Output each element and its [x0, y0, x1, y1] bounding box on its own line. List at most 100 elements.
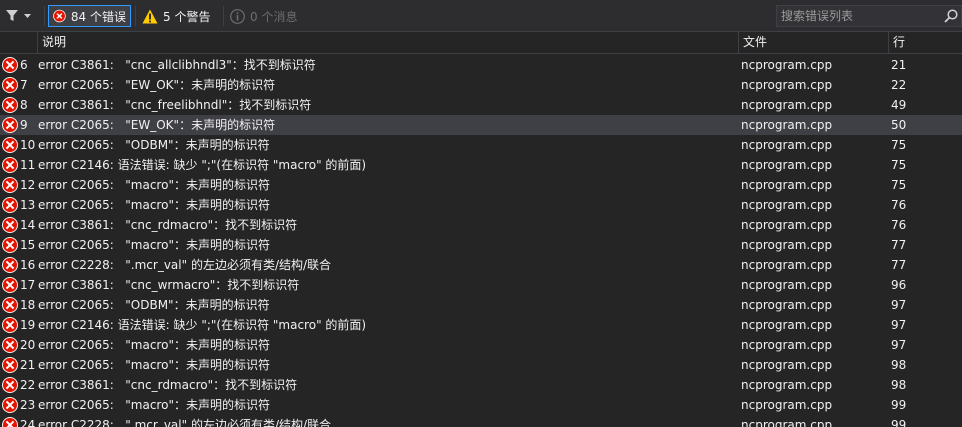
error-icon	[2, 237, 18, 253]
file-name: ncprogram.cpp	[741, 398, 833, 412]
error-icon	[2, 117, 18, 133]
error-description: error C2065: "macro"：未声明的标识符	[38, 238, 270, 252]
row-number: 12	[20, 178, 36, 192]
errors-count-label: 84 个错误	[70, 9, 126, 24]
error-icon	[2, 197, 18, 213]
file-name: ncprogram.cpp	[741, 138, 833, 152]
file-name: ncprogram.cpp	[741, 418, 833, 427]
table-row[interactable]: 10 error C2065: "ODBM"：未声明的标识符 ncprogram.c…	[0, 135, 962, 155]
line-number: 75	[891, 158, 907, 172]
table-row[interactable]: 22 error C3861: "cnc_rdmacro"：找不到标识符 ncpro…	[0, 375, 962, 395]
line-number: 99	[891, 398, 907, 412]
toolbar-divider	[44, 6, 45, 26]
toolbar-divider	[135, 6, 136, 26]
row-number: 9	[20, 118, 28, 132]
error-icon	[2, 337, 18, 353]
error-description: error C3861: "cnc_allclibhndl3"：找不到标识符	[38, 58, 316, 72]
line-number: 77	[891, 258, 907, 272]
file-name: ncprogram.cpp	[741, 378, 833, 392]
table-row[interactable]: 8 error C3861: "cnc_freelibhndl"：找不到标识符 nc…	[0, 95, 962, 115]
messages-filter-toggle[interactable]: 0 个消息	[226, 5, 302, 27]
error-icon	[2, 397, 18, 413]
row-number: 21	[20, 358, 36, 372]
file-name: ncprogram.cpp	[741, 178, 833, 192]
file-name: ncprogram.cpp	[741, 218, 833, 232]
error-icon	[2, 157, 18, 173]
row-number: 20	[20, 338, 36, 352]
search-input[interactable]	[781, 8, 941, 24]
error-icon	[2, 297, 18, 313]
error-description: error C2146: 语法错误: 缺少 ";"(在标识符 "macro" 的…	[38, 318, 367, 332]
column-header-description[interactable]: 说明	[37, 32, 738, 54]
error-description: error C2065: "macro"：未声明的标识符	[38, 178, 270, 192]
error-icon	[2, 217, 18, 233]
line-number: 97	[891, 298, 907, 312]
error-icon	[2, 317, 18, 333]
table-row[interactable]: 13 error C2065: "macro"：未声明的标识符 ncprogram.…	[0, 195, 962, 215]
line-number: 76	[891, 198, 907, 212]
errors-filter-toggle[interactable]: 84 个错误	[48, 5, 131, 27]
table-row[interactable]: 18 error C2065: "ODBM"：未声明的标识符 ncprogram.c…	[0, 295, 962, 315]
warning-icon	[142, 9, 158, 23]
error-icon	[2, 177, 18, 193]
table-row[interactable]: 11 error C2146: 语法错误: 缺少 ";"(在标识符 "macro"…	[0, 155, 962, 175]
column-header-line[interactable]: 行	[888, 32, 962, 54]
error-description: error C2228: ".mcr_val" 的左边必须有类/结构/联合	[38, 258, 332, 272]
warnings-filter-toggle[interactable]: 5 个警告	[138, 5, 222, 27]
line-number: 22	[891, 78, 907, 92]
file-name: ncprogram.cpp	[741, 278, 833, 292]
line-number: 97	[891, 318, 907, 332]
error-description: error C3861: "cnc_freelibhndl"：找不到标识符	[38, 98, 312, 112]
error-icon	[2, 57, 18, 73]
table-row[interactable]: 14 error C3861: "cnc_rdmacro"：找不到标识符 ncpro…	[0, 215, 962, 235]
error-description: error C2065: "ODBM"：未声明的标识符	[38, 298, 270, 312]
table-row[interactable]: 16 error C2228: ".mcr_val" 的左边必须有类/结构/联合 n…	[0, 255, 962, 275]
chevron-down-icon	[24, 14, 31, 18]
search-icon[interactable]	[944, 9, 958, 23]
table-row[interactable]: 15 error C2065: "macro"：未声明的标识符 ncprogram.…	[0, 235, 962, 255]
table-row[interactable]: 12 error C2065: "macro"：未声明的标识符 ncprogram.…	[0, 175, 962, 195]
column-header-icon[interactable]	[0, 32, 37, 54]
line-number: 75	[891, 138, 907, 152]
table-row[interactable]: 7 error C2065: "EW_OK"：未声明的标识符 ncprogram.c…	[0, 75, 962, 95]
file-name: ncprogram.cpp	[741, 258, 833, 272]
line-number: 96	[891, 278, 907, 292]
row-number: 24	[20, 418, 36, 427]
file-name: ncprogram.cpp	[741, 118, 833, 132]
error-description: error C3861: "cnc_rdmacro"：找不到标识符	[38, 218, 298, 232]
table-row[interactable]: 21 error C2065: "macro"：未声明的标识符 ncprogram.…	[0, 355, 962, 375]
line-number: 75	[891, 178, 907, 192]
error-icon	[2, 417, 18, 427]
error-list-rows: 6 error C3861: "cnc_allclibhndl3"：找不到标识符 n…	[0, 55, 962, 427]
row-number: 17	[20, 278, 36, 292]
column-header-file[interactable]: 文件	[738, 32, 888, 54]
table-row[interactable]: 23 error C2065: "macro"：未声明的标识符 ncprogram.…	[0, 395, 962, 415]
line-number: 49	[891, 98, 907, 112]
table-row[interactable]: 6 error C3861: "cnc_allclibhndl3"：找不到标识符 n…	[0, 55, 962, 75]
column-header-row: 说明 文件 行	[0, 32, 962, 54]
line-number: 77	[891, 238, 907, 252]
row-number: 23	[20, 398, 36, 412]
table-row[interactable]: 19 error C2146: 语法错误: 缺少 ";"(在标识符 "macro"…	[0, 315, 962, 335]
row-number: 7	[20, 78, 28, 92]
line-number: 97	[891, 338, 907, 352]
file-name: ncprogram.cpp	[741, 98, 833, 112]
table-row[interactable]: 24 error C2228: ".mcr_val" 的左边必须有类/结构/联合 n…	[0, 415, 962, 427]
table-row[interactable]: 20 error C2065: "macro"：未声明的标识符 ncprogram.…	[0, 335, 962, 355]
error-description: error C3861: "cnc_wrmacro"：找不到标识符	[38, 278, 300, 292]
table-row[interactable]: 17 error C3861: "cnc_wrmacro"：找不到标识符 ncpro…	[0, 275, 962, 295]
error-icon	[2, 357, 18, 373]
filter-dropdown-button[interactable]	[6, 7, 42, 25]
error-description: error C2065: "EW_OK"：未声明的标识符	[38, 78, 276, 92]
filter-icon	[6, 10, 18, 21]
error-icon	[53, 9, 66, 23]
file-name: ncprogram.cpp	[741, 58, 833, 72]
error-icon	[2, 277, 18, 293]
row-number: 14	[20, 218, 36, 232]
table-row[interactable]: 9 error C2065: "EW_OK"：未声明的标识符 ncprogram.c…	[0, 115, 962, 135]
file-name: ncprogram.cpp	[741, 158, 833, 172]
error-description: error C2065: "macro"：未声明的标识符	[38, 198, 270, 212]
error-description: error C2065: "macro"：未声明的标识符	[38, 338, 270, 352]
row-number: 10	[20, 138, 36, 152]
row-number: 6	[20, 58, 28, 72]
